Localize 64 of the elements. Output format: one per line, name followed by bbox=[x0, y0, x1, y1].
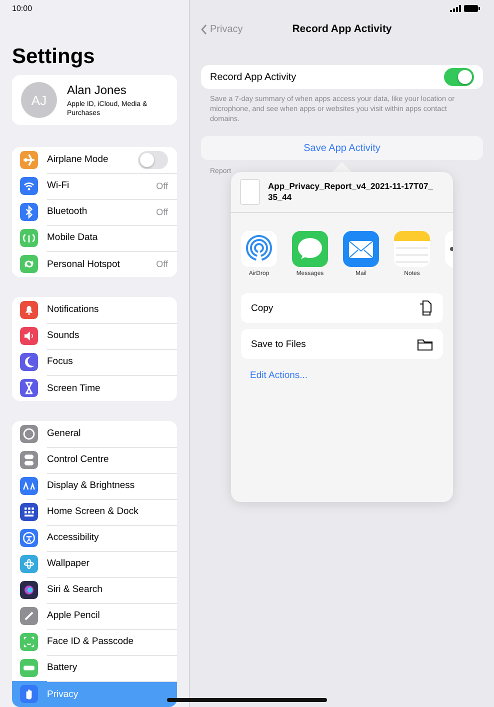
item-label: Battery bbox=[47, 662, 78, 673]
airdrop-icon bbox=[241, 231, 277, 267]
toggle-switch[interactable] bbox=[138, 150, 168, 168]
settings-item[interactable]: Apple Pencil bbox=[12, 603, 177, 629]
item-label: Accessibility bbox=[47, 532, 100, 543]
toggle-switch[interactable] bbox=[444, 68, 474, 86]
item-label: Personal Hotspot bbox=[47, 258, 121, 270]
action-row[interactable]: Save to Files bbox=[241, 329, 443, 359]
item-label: Home Screen & Dock bbox=[47, 506, 140, 517]
settings-item[interactable]: Face ID & Passcode bbox=[12, 629, 177, 655]
settings-item[interactable]: Airplane Mode bbox=[12, 147, 177, 173]
battery-icon bbox=[464, 5, 480, 12]
settings-item[interactable]: Home Screen & Dock bbox=[12, 499, 177, 525]
signal-icon bbox=[450, 5, 461, 12]
avatar: AJ bbox=[21, 82, 57, 118]
item-label: Face ID & Passcode bbox=[47, 636, 135, 647]
settings-item[interactable]: Bluetooth Off bbox=[12, 199, 177, 225]
item-label: Privacy bbox=[47, 688, 80, 700]
documents-icon bbox=[419, 300, 433, 316]
item-label: Bluetooth bbox=[47, 206, 88, 217]
save-button[interactable]: Save App Activity bbox=[201, 136, 483, 160]
action-row[interactable]: Copy bbox=[241, 293, 443, 323]
back-chevron-icon bbox=[201, 24, 207, 34]
notepad-icon bbox=[394, 231, 430, 267]
item-label: Airplane Mode bbox=[47, 154, 110, 165]
setting-label: Record App Activity bbox=[210, 72, 298, 82]
settings-item[interactable]: Mobile Data bbox=[12, 225, 177, 251]
file-name: App_Privacy_Report_v4_2021-11-17T07_35_44 bbox=[268, 181, 434, 203]
settings-item[interactable]: Sounds bbox=[12, 323, 177, 349]
item-label: Notifications bbox=[47, 304, 100, 315]
page-title: Settings bbox=[12, 45, 95, 68]
settings-item[interactable]: Wallpaper bbox=[12, 551, 177, 577]
settings-item[interactable]: Focus bbox=[12, 349, 177, 375]
item-value: Off bbox=[156, 259, 168, 269]
settings-item[interactable]: Control Centre bbox=[12, 447, 177, 473]
settings-item[interactable]: Siri & Search bbox=[12, 577, 177, 603]
item-label: Siri & Search bbox=[47, 584, 104, 595]
speech-bubble-icon bbox=[292, 231, 328, 267]
settings-item[interactable]: Screen Time bbox=[12, 375, 177, 401]
item-label: Wallpaper bbox=[47, 558, 90, 569]
settings-item[interactable]: Personal Hotspot Off bbox=[12, 251, 177, 277]
item-label: Mobile Data bbox=[47, 232, 99, 243]
item-label: Display & Brightness bbox=[47, 480, 136, 491]
item-label: Sounds bbox=[47, 330, 80, 341]
item-label: General bbox=[47, 428, 82, 439]
item-value: Off bbox=[156, 180, 168, 190]
edit-actions-link[interactable]: Edit Actions... bbox=[250, 370, 308, 381]
item-value: Off bbox=[156, 206, 168, 216]
status-time: 10:00 bbox=[12, 4, 32, 13]
settings-item[interactable]: Accessibility bbox=[12, 525, 177, 551]
item-label: Wi-Fi bbox=[47, 180, 70, 191]
item-label: Focus bbox=[47, 356, 74, 367]
settings-item[interactable]: Notifications bbox=[12, 297, 177, 323]
settings-item[interactable]: Display & Brightness bbox=[12, 473, 177, 499]
profile-name: Alan Jones bbox=[67, 82, 128, 96]
nav-title: Record App Activity bbox=[292, 23, 392, 35]
item-label: Control Centre bbox=[47, 454, 110, 465]
envelope-icon bbox=[343, 231, 379, 267]
settings-item[interactable]: General bbox=[12, 421, 177, 447]
folder-icon bbox=[417, 338, 433, 350]
settings-item[interactable]: Wi-Fi Off bbox=[12, 173, 177, 199]
item-label: Screen Time bbox=[47, 382, 102, 394]
item-label: Apple Pencil bbox=[47, 610, 101, 621]
document-icon bbox=[240, 179, 260, 205]
